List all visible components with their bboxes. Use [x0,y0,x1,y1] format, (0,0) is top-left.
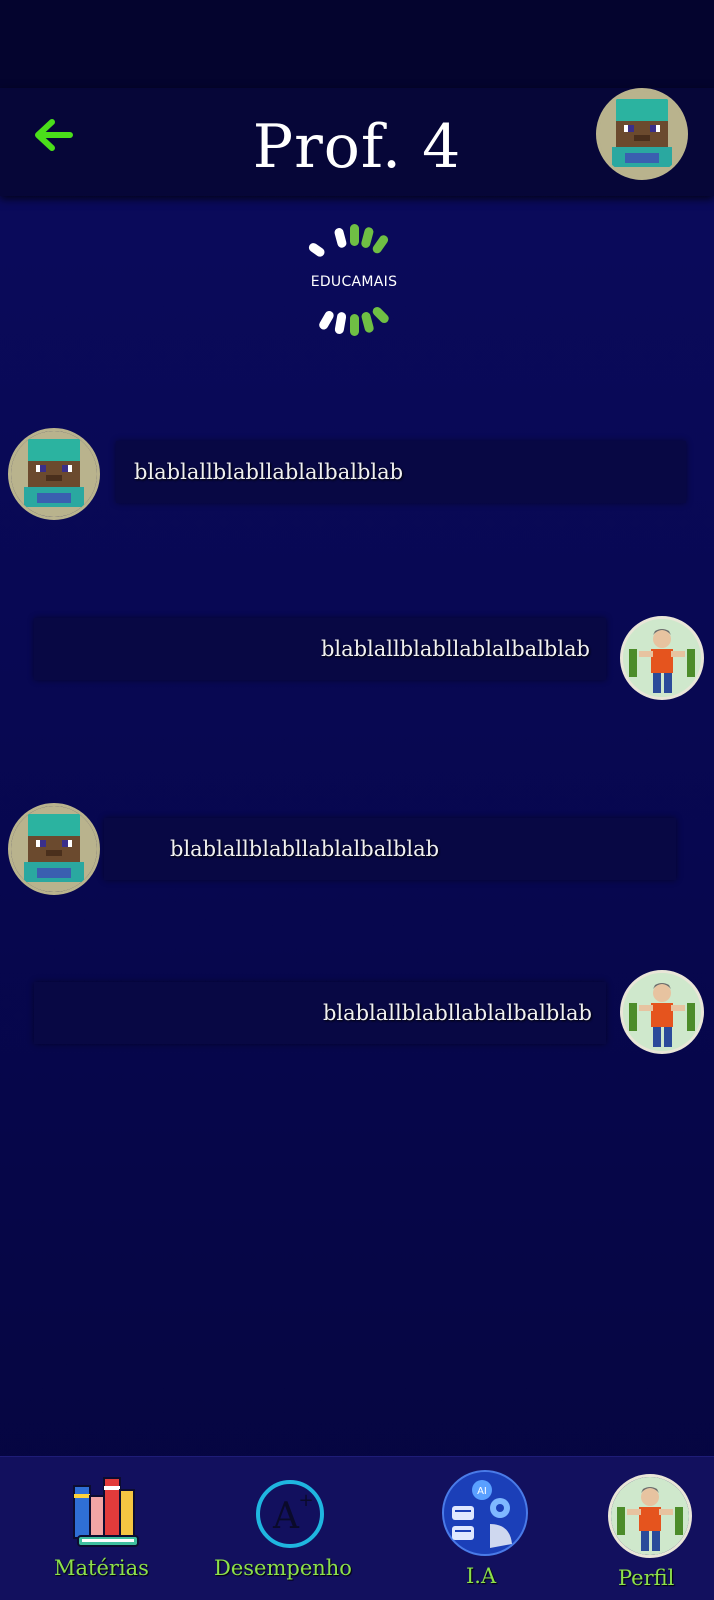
message-bubble-sent: blablallblabllablalbalblab [34,982,606,1044]
message-bubble-received: blablallblabllablalbalblab [104,818,676,880]
nav-item-materias[interactable]: Matérias [50,1468,160,1588]
student-avatar-icon [611,1477,689,1555]
nav-label: Desempenho [214,1556,352,1580]
student-avatar-icon [623,973,701,1051]
message-avatar-student[interactable] [620,616,704,700]
message-avatar-steve[interactable] [8,803,100,895]
logo-bottom-dashes-icon [319,306,389,336]
educamais-logo: EDUCAMAIS [296,222,412,346]
logo-text: EDUCAMAIS [310,274,398,290]
minecraft-steve-icon [11,806,97,892]
minecraft-steve-icon [599,91,685,177]
message-bubble-received: blablallblabllablalbalblab [116,441,686,503]
message-text: blablallblabllablalbalblab [322,1001,592,1025]
header-avatar[interactable] [596,88,688,180]
student-avatar-icon [623,619,701,697]
nav-label: I.A [466,1564,497,1588]
status-bar [0,0,714,88]
message-bubble-sent: blablallblabllablalbalblab [34,618,606,680]
profile-avatar-icon [608,1474,692,1558]
logo-top-dashes-icon [308,224,389,257]
books-icon [73,1477,139,1547]
message-text: blablallblabllablalbalblab [170,837,440,861]
ai-robot-icon: AI [442,1470,528,1556]
nav-label: Perfil [618,1566,675,1590]
nav-item-ia[interactable]: AI I.A [430,1468,540,1592]
svg-text:A: A [272,1496,300,1537]
message-avatar-steve[interactable] [8,428,100,520]
nav-item-desempenho[interactable]: A + Desempenho [210,1468,370,1588]
svg-text:+: + [298,1490,313,1511]
nav-label: Matérias [54,1556,149,1580]
nav-item-perfil[interactable]: Perfil [604,1468,704,1592]
message-text: blablallblabllablalbalblab [320,637,590,661]
svg-text:AI: AI [477,1486,487,1497]
message-avatar-student[interactable] [620,970,704,1054]
minecraft-steve-icon [11,431,97,517]
grade-a-plus-icon: A + [256,1480,324,1548]
message-text: blablallblabllablalbalblab [134,460,404,484]
